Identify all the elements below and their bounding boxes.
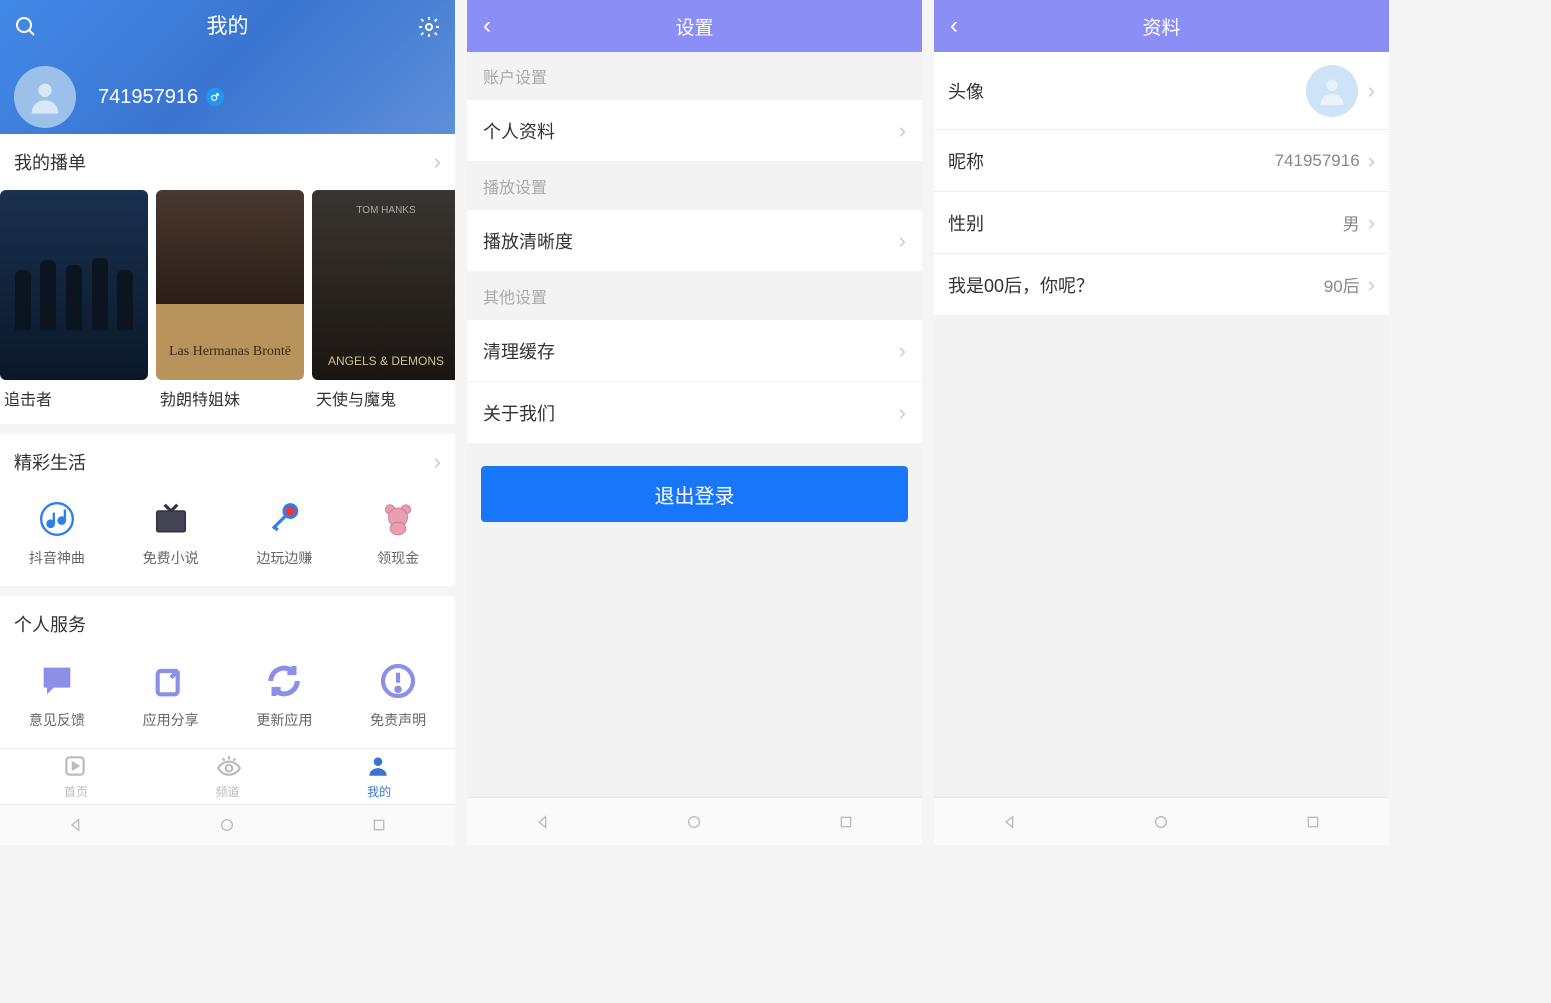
services-section: 个人服务 意见反馈 应用分享 更新应用 免责声明 [0,596,455,748]
row-about[interactable]: 关于我们 › [467,382,922,444]
chat-icon [34,658,80,704]
user-id: 741957916 [98,86,224,109]
android-nav [467,797,922,845]
header: ‹ 设置 [467,0,922,52]
eye-icon [214,753,242,781]
movie-item[interactable]: Las Hermanas Brontë 勃朗特姐妹 [156,190,304,416]
row-generation[interactable]: 我是00后，你呢？ 90后 › [934,254,1389,316]
android-nav [934,797,1389,845]
back-button[interactable]: ‹ [934,12,974,40]
share-icon [148,658,194,704]
playlist-section: 我的播单 › 追击者 Las Hermanas Brontë 勃朗特姐妹 TOM… [0,134,455,424]
avatar-thumbnail [1306,65,1358,117]
row-quality[interactable]: 播放清晰度 › [467,210,922,272]
movie-poster: TOM HANKS ANGELS & DEMONS [312,190,455,380]
nav-home-icon[interactable] [217,815,237,835]
tab-channel[interactable]: 频道 [152,749,304,803]
chevron-right-icon: › [1368,78,1375,104]
chevron-right-icon: › [899,228,906,254]
row-nickname[interactable]: 昵称 741957916 › [934,130,1389,192]
microphone-icon [261,496,307,542]
movie-item[interactable]: TOM HANKS ANGELS & DEMONS 天使与魔鬼 [312,190,455,416]
service-update[interactable]: 更新应用 [228,658,342,730]
nickname-value: 741957916 [1275,151,1360,171]
page-title: 我的 [0,10,455,40]
generation-value: 90后 [1324,272,1360,297]
avatar [14,66,76,128]
chevron-right-icon: › [1368,210,1375,236]
group-playback: 播放设置 [467,162,922,210]
row-cache[interactable]: 清理缓存 › [467,320,922,382]
nav-back-icon[interactable] [66,815,86,835]
page-title: 设置 [467,13,922,40]
chevron-right-icon: › [899,400,906,426]
header: ‹ 资料 [934,0,1389,52]
nav-recent-icon[interactable] [1303,812,1323,832]
service-feedback[interactable]: 意见反馈 [0,658,114,730]
play-icon [62,753,90,781]
gender-value: 男 [1343,210,1360,235]
nav-back-icon[interactable] [533,812,553,832]
wonderful-novel[interactable]: 免费小说 [114,496,228,568]
chevron-right-icon: › [899,338,906,364]
back-button[interactable]: ‹ [467,12,507,40]
nav-home-icon[interactable] [1151,812,1171,832]
group-account: 账户设置 [467,52,922,100]
tab-home[interactable]: 首页 [0,749,152,803]
wonderful-header[interactable]: 精彩生活 › [0,434,455,490]
nav-back-icon[interactable] [1000,812,1020,832]
screen-profile: 我的 741957916 我的播单 › [0,0,455,845]
nav-recent-icon[interactable] [369,815,389,835]
screen-profile-detail: ‹ 资料 头像 › 昵称 741957916 › 性别 男 › 我是0 [934,0,1389,845]
tab-mine[interactable]: 我的 [303,749,455,803]
person-icon [365,753,393,781]
row-profile[interactable]: 个人资料 › [467,100,922,162]
user-info[interactable]: 741957916 [0,48,455,128]
row-gender[interactable]: 性别 男 › [934,192,1389,254]
nav-home-icon[interactable] [684,812,704,832]
row-avatar[interactable]: 头像 › [934,52,1389,130]
music-icon [34,496,80,542]
chevron-right-icon: › [434,449,441,475]
chevron-right-icon: › [434,149,441,175]
nav-recent-icon[interactable] [836,812,856,832]
service-share[interactable]: 应用分享 [114,658,228,730]
gender-badge-icon [206,88,224,106]
screen-settings: ‹ 设置 账户设置 个人资料 › 播放设置 播放清晰度 › 其他设置 清理缓存 … [467,0,922,845]
tab-bar: 首页 频道 我的 [0,748,455,803]
chevron-right-icon: › [899,118,906,144]
chevron-right-icon: › [1368,148,1375,174]
page-title: 资料 [934,13,1389,40]
chevron-right-icon: › [1368,272,1375,298]
logout-button[interactable]: 退出登录 [481,466,908,522]
movie-item[interactable]: 追击者 [0,190,148,416]
playlist-header[interactable]: 我的播单 › [0,134,455,190]
tv-icon [148,496,194,542]
wonderful-cash[interactable]: 领现金 [341,496,455,568]
group-other: 其他设置 [467,272,922,320]
refresh-icon [261,658,307,704]
info-icon [375,658,421,704]
movie-title: 追击者 [0,380,148,416]
wonderful-music[interactable]: 抖音神曲 [0,496,114,568]
wonderful-play-earn[interactable]: 边玩边赚 [228,496,342,568]
services-header: 个人服务 [0,596,455,652]
header: 我的 741957916 [0,0,455,134]
movie-title: 勃朗特姐妹 [156,380,304,416]
wonderful-section: 精彩生活 › 抖音神曲 免费小说 边玩边赚 领现金 [0,434,455,586]
movie-title: 天使与魔鬼 [312,380,455,416]
service-disclaimer[interactable]: 免责声明 [341,658,455,730]
android-nav [0,804,455,845]
movie-poster: Las Hermanas Brontë [156,190,304,380]
movie-poster [0,190,148,380]
bear-icon [375,496,421,542]
